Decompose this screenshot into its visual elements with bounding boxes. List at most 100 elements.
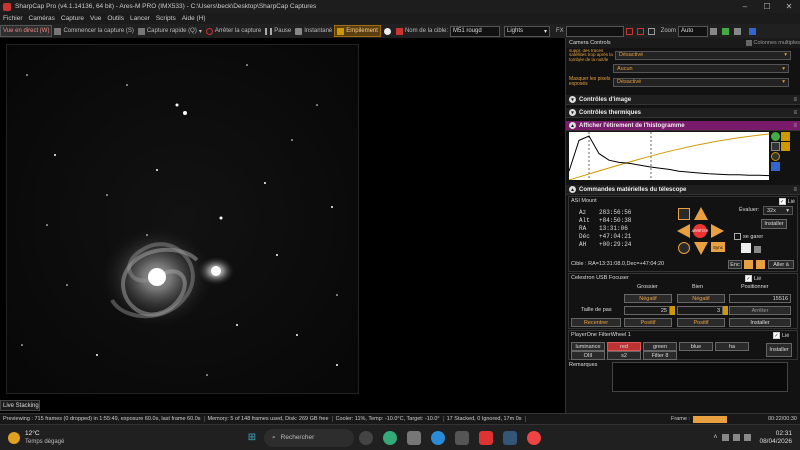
mask-pixels-select[interactable]: Désactivé ▾: [613, 77, 789, 87]
coarse-positive-button[interactable]: Positif: [624, 318, 672, 327]
arrow-up-icon[interactable]: [694, 207, 708, 220]
menu-icon[interactable]: ≡: [793, 123, 797, 129]
target-name-input[interactable]: M51 rougd: [450, 25, 500, 37]
histogram-header[interactable]: ▴ Afficher l'étirement de l'histogramme ≡: [566, 121, 800, 131]
snapshot-button[interactable]: Instantané: [293, 25, 334, 37]
telescope-header[interactable]: ▴ Commandes matérielles du télescope ≡: [566, 185, 800, 195]
image-viewport[interactable]: [0, 38, 563, 400]
app-icon-1[interactable]: [359, 430, 373, 445]
goto-button[interactable]: Aller à: [768, 260, 794, 269]
sync-button[interactable]: Sync: [711, 242, 725, 252]
menu-launch[interactable]: Lancer: [127, 15, 153, 22]
coarse-negative-button[interactable]: Négatif: [624, 294, 672, 303]
menu-help[interactable]: Aide (H): [179, 15, 209, 22]
histogram-icon[interactable]: [722, 27, 730, 35]
save-icon[interactable]: [771, 162, 780, 171]
live-view-button[interactable]: Vue en direct (W): [0, 25, 53, 37]
zoom-chevron-icon[interactable]: [710, 27, 718, 35]
option-2-select[interactable]: Aucun ▾: [613, 64, 789, 73]
arrow-left-icon[interactable]: [677, 224, 690, 238]
histogram-chart[interactable]: [569, 132, 769, 180]
frame-type-select[interactable]: Lights ▾: [504, 25, 550, 37]
close-icon[interactable]: ✕: [778, 2, 800, 11]
park-icon[interactable]: [741, 243, 751, 253]
image-controls-header[interactable]: ▾ Contrôles d'image ≡: [566, 95, 800, 105]
clock[interactable]: 02:31 08/04/2026: [759, 430, 792, 446]
coarse-step-input[interactable]: 25: [624, 306, 670, 315]
chevron-up-icon[interactable]: ˄: [713, 434, 717, 441]
menu-icon[interactable]: ≡: [793, 187, 797, 193]
contrast-icon[interactable]: [734, 27, 742, 35]
thermal-controls-header[interactable]: ▾ Contrôles thermiques ≡: [566, 108, 800, 118]
spiral-icon[interactable]: [678, 208, 690, 220]
chrome-icon[interactable]: [527, 430, 541, 445]
weather-widget[interactable]: 12°C Temps dégagé: [0, 430, 120, 446]
histogram-area[interactable]: [566, 131, 800, 181]
menu-icon[interactable]: ≡: [793, 110, 797, 116]
fine-step-input[interactable]: 3: [677, 306, 723, 315]
filter-8[interactable]: Filter 8: [643, 351, 677, 360]
spin-icon[interactable]: [670, 306, 675, 315]
edge-icon[interactable]: [431, 430, 445, 445]
rate-select[interactable]: 32x ▾: [763, 206, 793, 215]
filter-oiii[interactable]: OIII: [571, 351, 605, 360]
remarks-input[interactable]: [612, 362, 788, 392]
arrow-down-icon[interactable]: [756, 260, 765, 269]
arrow-right-icon[interactable]: [744, 260, 753, 269]
menu-icon[interactable]: ≡: [793, 97, 797, 103]
app-icon-7[interactable]: [503, 430, 517, 445]
grid-icon[interactable]: [647, 27, 655, 35]
crosshair-icon[interactable]: [678, 242, 690, 254]
sharpcap-icon[interactable]: [479, 430, 493, 445]
fine-positive-button[interactable]: Positif: [677, 318, 725, 327]
install-mount-button[interactable]: Installer: [761, 219, 787, 229]
info-icon[interactable]: [771, 132, 780, 141]
file-explorer-icon[interactable]: [407, 430, 421, 445]
mount-linked-toggle[interactable]: ✓ Lié: [778, 198, 795, 205]
cross-icon[interactable]: [781, 142, 790, 151]
wifi-icon[interactable]: [722, 434, 730, 441]
position-input[interactable]: 15516: [729, 294, 791, 303]
brush-icon[interactable]: [749, 27, 757, 35]
filter-red[interactable]: red: [607, 342, 641, 351]
stop-capture-button[interactable]: Arrêter la capture: [204, 25, 263, 37]
quick-capture-button[interactable]: Capture rapide (Q) ▾: [136, 25, 204, 37]
menu-cameras[interactable]: Caméras: [26, 15, 58, 22]
volume-icon[interactable]: [733, 434, 741, 441]
maximize-icon[interactable]: ☐: [756, 2, 778, 11]
zoom-icon[interactable]: [771, 142, 780, 151]
install-focuser-button[interactable]: Installer: [729, 318, 791, 327]
battery-icon[interactable]: [744, 434, 752, 441]
filter-ha[interactable]: ha: [715, 342, 749, 351]
roi-icon[interactable]: [625, 27, 633, 35]
install-filterwheel-button[interactable]: Installer: [766, 343, 792, 357]
app-icon-2[interactable]: [383, 430, 397, 445]
lightning-icon[interactable]: [781, 132, 790, 141]
pause-button[interactable]: Pause: [263, 25, 293, 37]
park-toggle[interactable]: se garer: [734, 233, 763, 240]
reset-icon[interactable]: [771, 152, 780, 161]
filter-green[interactable]: green: [643, 342, 677, 351]
satellite-trails-select[interactable]: Désactivé ▾: [615, 50, 791, 60]
recenter-button[interactable]: Recentrer: [571, 318, 621, 327]
focuser-stop-button[interactable]: Arrêter: [729, 306, 791, 315]
windows-start-icon[interactable]: ⊞: [245, 431, 259, 445]
fx-select[interactable]: [565, 25, 624, 37]
focuser-linked-toggle[interactable]: ✓ Lié: [745, 275, 761, 282]
enc-button[interactable]: Enc: [728, 260, 742, 269]
menu-file[interactable]: Fichier: [0, 15, 26, 22]
crosshair-icon[interactable]: [636, 27, 644, 35]
taskbar-search[interactable]: ⌕ Rechercher: [264, 428, 354, 447]
menu-scripts[interactable]: Scripts: [153, 15, 179, 22]
menu-tools[interactable]: Outils: [104, 15, 127, 22]
filter-blue[interactable]: blue: [679, 342, 713, 351]
stacking-button[interactable]: Empilement: [334, 25, 381, 37]
arrow-down-icon[interactable]: [694, 242, 708, 255]
zoom-select[interactable]: Auto: [678, 25, 709, 37]
app-icon-5[interactable]: [455, 430, 469, 445]
arrow-right-icon[interactable]: [711, 224, 724, 238]
record-icon[interactable]: [383, 27, 391, 35]
multi-columns-toggle[interactable]: Colonnes multiples: [745, 40, 800, 46]
live-stacking-tab[interactable]: Live Stacking: [0, 400, 40, 411]
menu-capture[interactable]: Capture: [58, 15, 87, 22]
